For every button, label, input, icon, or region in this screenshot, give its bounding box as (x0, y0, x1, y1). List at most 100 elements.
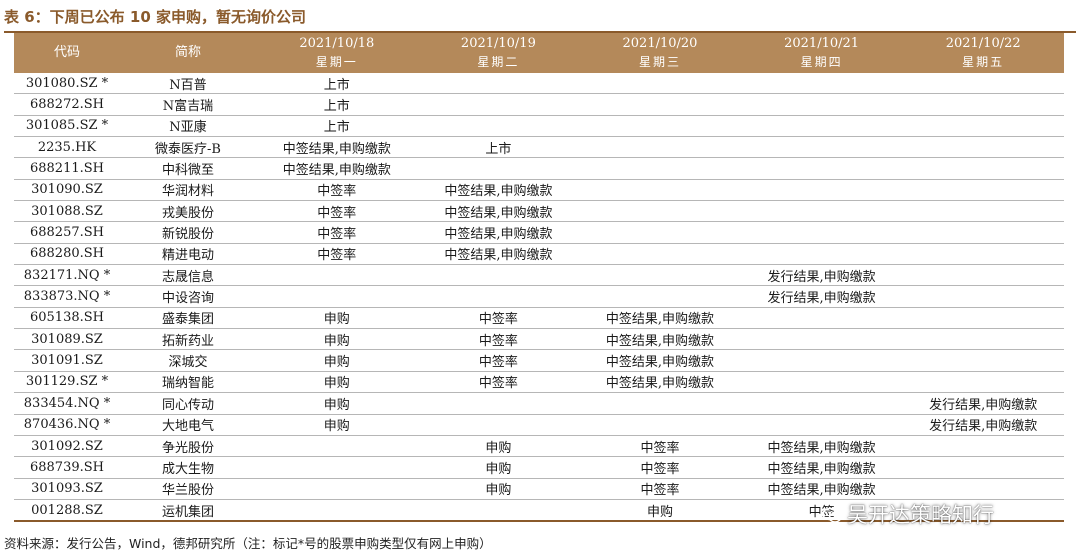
header-date: 2021/10/20 (622, 36, 698, 51)
stock-name-cell: 成大生物 (120, 456, 256, 479)
schedule-cell-day-5 (902, 136, 1064, 159)
stock-name-cell: 志晟信息 (120, 264, 256, 287)
schedule-cell-day-2: 上市 (417, 136, 580, 159)
schedule-cell-day-2: 中签结果,申购缴款 (417, 200, 580, 223)
schedule-cell-day-5 (902, 73, 1064, 95)
schedule-cell-day-1: 上市 (256, 115, 418, 138)
schedule-cell-day-1: 中签率 (256, 243, 418, 266)
schedule-cell-day-5 (902, 349, 1064, 372)
schedule-cell-day-2 (417, 157, 580, 180)
table-row: 2235.HK 微泰医疗-B 中签结果,申购缴款 上市 (14, 136, 1064, 159)
schedule-cell-day-4 (740, 221, 903, 244)
schedule-cell-day-4: 中签结果,申购缴款 (740, 435, 903, 458)
stock-code-cell: 301080.SZ * (14, 73, 120, 95)
schedule-cell-day-1: 申购 (256, 414, 418, 436)
ipo-schedule-table: 代码 简称 2021/10/18 星期一 2021/10/19 星期二 2021/1… (14, 33, 1064, 523)
table-row: 688280.SH 精进电动 中签率 中签结果,申购缴款 (14, 243, 1064, 266)
table-row: 301088.SZ 戎美股份 中签率 中签结果,申购缴款 (14, 200, 1064, 223)
stock-code-cell: 688280.SH (14, 243, 120, 266)
header-weekday: 星期二 (477, 55, 520, 69)
schedule-cell-day-1: 中签结果,申购缴款 (256, 157, 418, 180)
table-row: 688739.SH 成大生物 申购 中签率 中签结果,申购缴款 (14, 456, 1064, 479)
schedule-cell-day-5 (902, 371, 1064, 394)
schedule-cell-day-4 (740, 307, 903, 330)
stock-code-cell: 688211.SH (14, 157, 120, 180)
stock-code-cell: 301093.SZ (14, 478, 120, 500)
table-body: 301080.SZ * N百普 上市 688272.SH N富吉瑞 上市 301085.SZ… (14, 73, 1064, 523)
schedule-cell-day-5 (902, 307, 1064, 330)
schedule-cell-day-2 (417, 414, 580, 436)
stock-name-cell: 拓新药业 (120, 328, 256, 351)
schedule-cell-day-2: 中签结果,申购缴款 (417, 221, 580, 244)
table-row: 301092.SZ 争光股份 申购 中签率 中签结果,申购缴款 (14, 435, 1064, 458)
schedule-cell-day-5 (902, 221, 1064, 244)
schedule-cell-day-2 (417, 73, 580, 95)
stock-name-cell: 中设咨询 (120, 285, 256, 308)
schedule-cell-day-3 (579, 392, 741, 415)
schedule-cell-day-1 (256, 285, 418, 308)
header-weekday: 星期四 (800, 55, 843, 69)
schedule-cell-day-2: 中签结果,申购缴款 (417, 179, 580, 202)
schedule-cell-day-1: 中签结果,申购缴款 (256, 136, 418, 159)
table-row: 688257.SH 新锐股份 中签率 中签结果,申购缴款 (14, 221, 1064, 244)
header-day-4: 2021/10/21 星期四 (740, 33, 903, 73)
schedule-cell-day-4 (740, 414, 903, 436)
schedule-cell-day-5 (902, 157, 1064, 180)
stock-name-cell: 中科微至 (120, 157, 256, 180)
schedule-cell-day-2: 申购 (417, 456, 580, 479)
table-row: 870436.NQ * 大地电气 申购 发行结果,申购缴款 (14, 414, 1064, 436)
stock-code-cell: 688257.SH (14, 221, 120, 244)
schedule-cell-day-2: 中签率 (417, 307, 580, 330)
header-day-3: 2021/10/20 星期三 (579, 33, 741, 73)
table-row: 832171.NQ * 志晟信息 发行结果,申购缴款 (14, 264, 1064, 287)
schedule-cell-day-1 (256, 478, 418, 500)
header-weekday: 星期一 (315, 55, 358, 69)
schedule-cell-day-2: 中签率 (417, 349, 580, 372)
schedule-cell-day-1: 申购 (256, 371, 418, 394)
stock-name-cell: 华润材料 (120, 179, 256, 202)
header-weekday: 星期三 (638, 55, 681, 69)
schedule-cell-day-1: 申购 (256, 307, 418, 330)
header-weekday: 星期五 (962, 55, 1005, 69)
schedule-cell-day-1 (256, 499, 418, 523)
schedule-cell-day-4 (740, 371, 903, 394)
schedule-cell-day-4 (740, 349, 903, 372)
table-row: 833873.NQ * 中设咨询 发行结果,申购缴款 (14, 285, 1064, 308)
schedule-cell-day-2 (417, 115, 580, 138)
stock-name-cell: 同心传动 (120, 392, 256, 415)
stock-name-cell: 盛泰集团 (120, 307, 256, 330)
schedule-cell-day-3 (579, 157, 741, 180)
stock-name-cell: N百普 (120, 73, 256, 95)
schedule-cell-day-1: 中签率 (256, 200, 418, 223)
schedule-cell-day-3: 中签结果,申购缴款 (579, 328, 741, 351)
header-date: 2021/10/19 (460, 36, 536, 51)
schedule-cell-day-1 (256, 435, 418, 458)
stock-name-cell: 大地电气 (120, 414, 256, 436)
schedule-cell-day-4 (740, 115, 903, 138)
schedule-cell-day-3: 中签结果,申购缴款 (579, 307, 741, 330)
schedule-cell-day-4 (740, 93, 903, 116)
schedule-cell-day-5 (902, 478, 1064, 500)
schedule-cell-day-1: 中签率 (256, 221, 418, 244)
schedule-cell-day-5: 发行结果,申购缴款 (902, 392, 1064, 415)
header-date: 2021/10/18 (299, 36, 375, 51)
stock-code-cell: 833873.NQ * (14, 285, 120, 308)
schedule-cell-day-4 (740, 200, 903, 223)
schedule-cell-day-5 (902, 456, 1064, 479)
schedule-cell-day-3 (579, 93, 741, 116)
stock-name-cell: 华兰股份 (120, 478, 256, 500)
watermark-text: 吴开达策略知行 (847, 503, 994, 527)
schedule-cell-day-2 (417, 264, 580, 287)
schedule-cell-day-2 (417, 285, 580, 308)
schedule-cell-day-3: 中签率 (579, 478, 741, 500)
schedule-cell-day-5 (902, 285, 1064, 308)
schedule-cell-day-3 (579, 115, 741, 138)
schedule-cell-day-5 (902, 93, 1064, 116)
stock-name-cell: N富吉瑞 (120, 93, 256, 116)
schedule-cell-day-5 (902, 328, 1064, 351)
schedule-cell-day-1: 申购 (256, 328, 418, 351)
schedule-cell-day-3 (579, 414, 741, 436)
stock-code-cell: 870436.NQ * (14, 414, 120, 436)
schedule-cell-day-3 (579, 285, 741, 308)
schedule-cell-day-3 (579, 136, 741, 159)
